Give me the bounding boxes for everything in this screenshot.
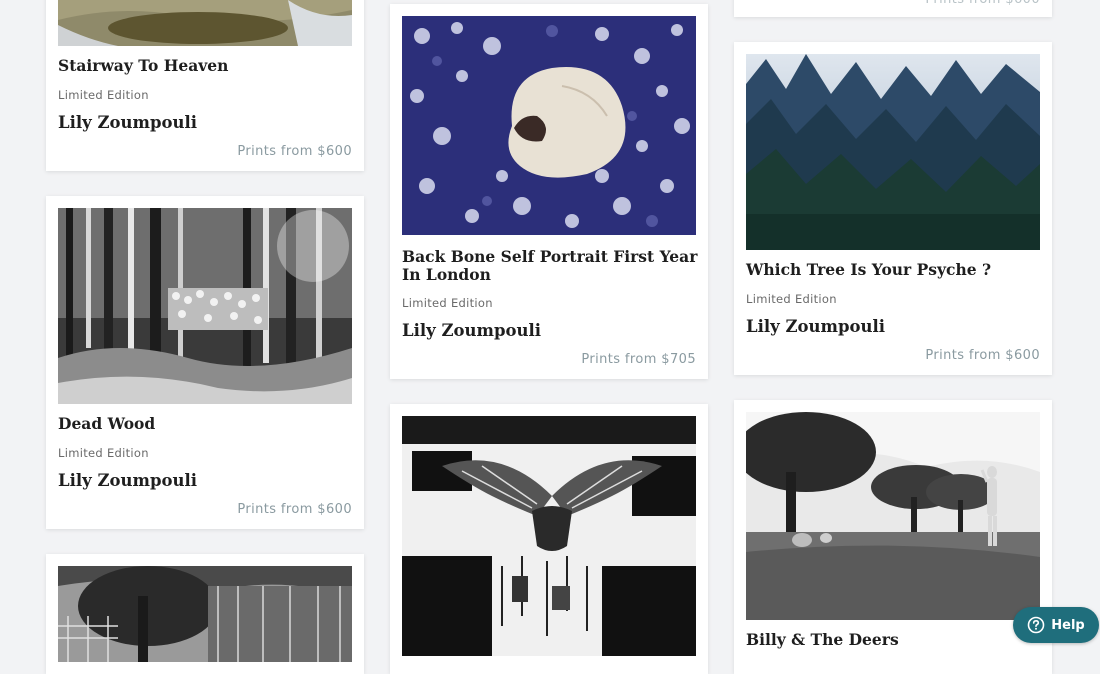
artwork-card-top-right[interactable]: Prints from $600 <box>734 0 1052 17</box>
artwork-image-psyche[interactable] <box>746 54 1040 250</box>
artwork-image-fence[interactable] <box>58 566 352 662</box>
artwork-title[interactable]: Dead Wood <box>58 415 354 433</box>
artwork-title[interactable]: Billy & The Deers <box>746 631 1042 649</box>
edition-label: Limited Edition <box>58 88 149 102</box>
help-label: Help <box>1051 617 1085 633</box>
artwork-title[interactable]: Which Tree Is Your Psyche ? <box>746 261 1042 279</box>
price-label: Prints from $600 <box>237 144 352 159</box>
price-label: Prints from $600 <box>237 502 352 517</box>
artwork-image-billy[interactable] <box>746 412 1040 620</box>
price-label: Prints from $600 <box>925 348 1040 363</box>
edition-label: Limited Edition <box>402 296 493 310</box>
artwork-card-fence[interactable] <box>46 554 364 674</box>
artwork-image-backbone[interactable] <box>402 16 696 235</box>
artwork-card-deadwood[interactable]: Dead Wood Limited Edition Lily Zoumpouli… <box>46 196 364 529</box>
artwork-title[interactable]: Back Bone Self Portrait First Year In Lo… <box>402 248 698 284</box>
edition-label: Limited Edition <box>58 446 149 460</box>
artist-name[interactable]: Lily Zoumpouli <box>58 113 197 132</box>
artwork-image-deadwood[interactable] <box>58 208 352 404</box>
artwork-card-billy[interactable]: Billy & The Deers <box>734 400 1052 674</box>
artwork-image-stairway[interactable] <box>58 0 352 46</box>
artwork-card-wings[interactable] <box>390 404 708 674</box>
artist-name[interactable]: Lily Zoumpouli <box>58 471 197 490</box>
edition-label: Limited Edition <box>746 292 837 306</box>
question-circle-icon <box>1027 616 1045 634</box>
price-label: Prints from $705 <box>581 352 696 367</box>
artist-name[interactable]: Lily Zoumpouli <box>746 317 885 336</box>
artwork-card-psyche[interactable]: Which Tree Is Your Psyche ? Limited Edit… <box>734 42 1052 375</box>
price-label: Prints from $600 <box>925 0 1040 7</box>
artist-name[interactable]: Lily Zoumpouli <box>402 321 541 340</box>
artwork-card-stairway[interactable]: Stairway To Heaven Limited Edition Lily … <box>46 0 364 171</box>
artwork-image-wings[interactable] <box>402 416 696 656</box>
artwork-card-backbone[interactable]: Back Bone Self Portrait First Year In Lo… <box>390 4 708 379</box>
artwork-title[interactable]: Stairway To Heaven <box>58 57 354 75</box>
help-button[interactable]: Help <box>1013 607 1099 643</box>
